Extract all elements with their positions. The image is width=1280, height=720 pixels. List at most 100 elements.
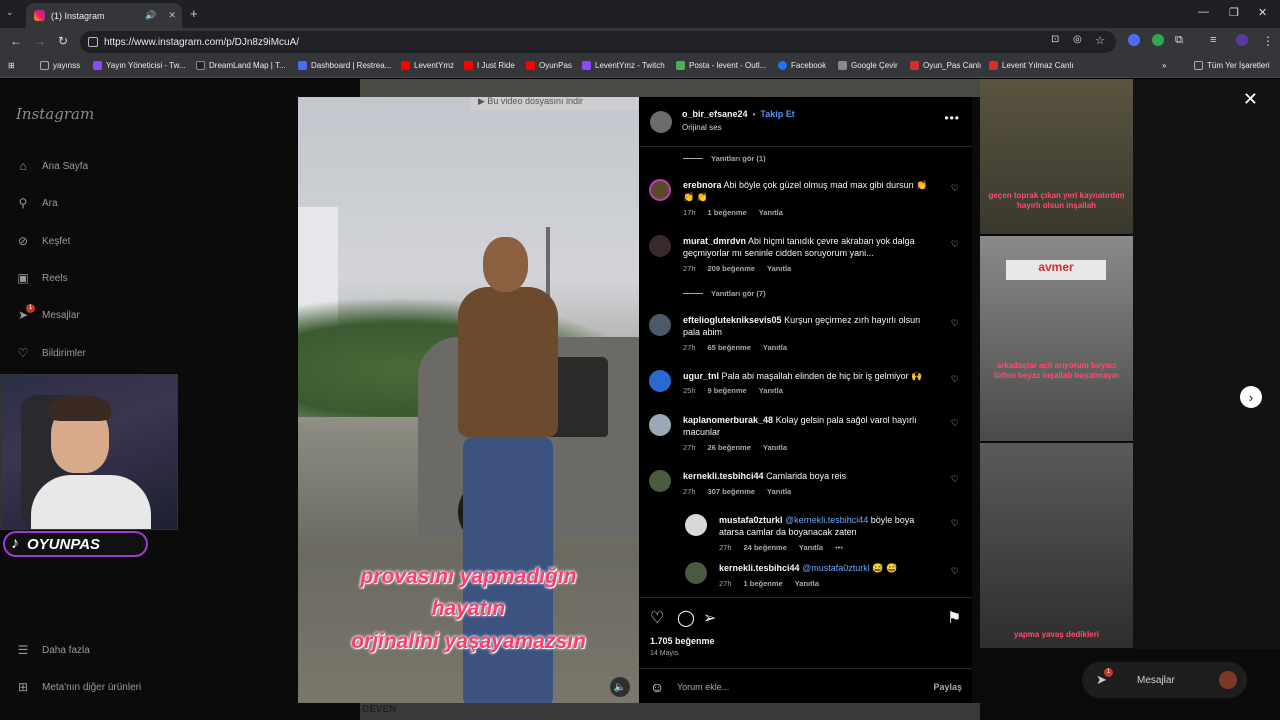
instagram-logo[interactable]: Instagram <box>16 105 94 123</box>
menu-icon[interactable]: ⋮ <box>1262 34 1274 48</box>
bookmark[interactable]: LeventYmz - Twitch <box>582 61 665 70</box>
profile-avatar[interactable] <box>1236 34 1248 46</box>
new-tab-button[interactable]: + <box>190 6 198 21</box>
like-heart-icon[interactable]: ♡ <box>951 239 959 250</box>
background-thumb[interactable]: geçen toprak çıkan yeri kaynatırdım hayı… <box>980 79 1133 234</box>
reels-icon: ▣ <box>17 271 29 285</box>
post-header: o_bir_efsane24 • Takip Et Orijinal ses •… <box>639 97 972 147</box>
messages-pill[interactable]: ➤ 1 Mesajlar <box>1082 662 1247 698</box>
sidebar-item-notifications[interactable]: ♡ Bildirimler <box>16 346 86 360</box>
tab-close-icon[interactable]: ✕ <box>168 10 176 21</box>
follow-button[interactable]: Takip Et <box>760 109 794 119</box>
extension-icon[interactable] <box>1152 34 1164 46</box>
sidebar-item-reels[interactable]: ▣ Reels <box>16 271 67 285</box>
instagram-page: geçen toprak çıkan yeri kaynatırdım hayı… <box>0 79 1280 720</box>
media-icon[interactable]: ≡ <box>1210 34 1216 46</box>
sidebar-item-search[interactable]: ⚲ Ara <box>16 196 58 210</box>
comment-options-icon[interactable]: ••• <box>835 543 843 552</box>
like-heart-icon[interactable]: ♡ <box>951 474 959 485</box>
commenter-avatar[interactable] <box>685 562 707 584</box>
commenter-avatar[interactable] <box>649 470 671 492</box>
eye-off-icon[interactable]: ◎ <box>1073 34 1082 45</box>
sidebar-item-meta[interactable]: ⊞ Meta'nın diğer ürünleri <box>16 680 141 694</box>
site-info-icon[interactable] <box>88 37 98 47</box>
bookmark[interactable]: Dashboard | Restrea... <box>298 61 391 70</box>
post-panel: o_bir_efsane24 • Takip Et Orijinal ses •… <box>639 97 972 703</box>
back-icon[interactable]: ← <box>10 34 22 48</box>
bookmark[interactable]: yayınss <box>40 61 80 70</box>
puzzle-icon[interactable]: ⧉ <box>1175 34 1183 47</box>
bookmarks-bar: ⊞ yayınss Yayın Yöneticisi - Tw... Dream… <box>0 56 1280 78</box>
comment-icon[interactable]: ◯ <box>677 608 695 628</box>
like-heart-icon[interactable]: ♡ <box>650 608 664 628</box>
commenter-avatar[interactable] <box>685 514 707 536</box>
commenter-avatar[interactable] <box>649 414 671 436</box>
bookmark[interactable]: Yayın Yöneticisi - Tw... <box>93 61 186 70</box>
mute-button[interactable]: 🔈 <box>610 677 630 697</box>
sidebar-item-home[interactable]: ⌂ Ana Sayfa <box>16 159 88 173</box>
like-count[interactable]: 1.705 beğenme <box>650 636 715 646</box>
browser-tab[interactable]: (1) Instagram 🔊 ✕ <box>26 3 182 28</box>
bookmark[interactable]: Posta - levent - Outl... <box>676 61 766 70</box>
author-username[interactable]: o_bir_efsane24 <box>682 109 748 119</box>
speaker-icon[interactable]: 🔊 <box>145 10 156 21</box>
minimize-icon[interactable]: — <box>1198 6 1209 18</box>
background-thumb[interactable]: avmer arkadaşlar acil arıyorum boyacı lü… <box>980 236 1133 441</box>
comment-text: kernekli.tesbihci44 @mustafa0zturkl 😅 😅 <box>719 563 898 573</box>
like-heart-icon[interactable]: ♡ <box>951 318 959 329</box>
reel-video[interactable]: ▶ Bu video dosyasını indir provasını yap… <box>298 97 639 703</box>
bookmark[interactable]: I Just Ride <box>464 61 515 70</box>
bookmark[interactable]: Oyun_Pas Canlı <box>910 61 981 70</box>
background-thumb[interactable]: yapma yavaş dedikleri <box>980 443 1133 648</box>
bookmark[interactable]: Levent Yılmaz Canlı <box>989 61 1073 70</box>
bookmark[interactable]: Facebook <box>778 61 826 70</box>
like-heart-icon[interactable]: ♡ <box>951 418 959 429</box>
bookmark[interactable]: OyunPas <box>526 61 572 70</box>
share-icon[interactable]: ➢ <box>703 608 716 628</box>
apps-icon[interactable]: ⊞ <box>8 61 15 70</box>
audio-label[interactable]: Orijinal ses <box>682 123 722 132</box>
commenter-avatar[interactable] <box>649 370 671 392</box>
next-post-button[interactable]: › <box>1240 386 1262 408</box>
emoji-icon[interactable]: ☺ <box>650 679 664 695</box>
url-field[interactable]: https://www.instagram.com/p/DJn8z9iMcuA/ <box>80 31 1116 53</box>
bookmark-icon[interactable]: ⚑ <box>947 608 961 628</box>
view-replies-link[interactable]: Yanıtları gör (1) <box>683 154 766 163</box>
comment-meta: 27h 26 beğenme Yanıtla <box>683 443 788 452</box>
commenter-avatar[interactable] <box>649 235 671 257</box>
close-modal-icon[interactable]: ✕ <box>1243 89 1258 110</box>
post-comment-button[interactable]: Paylaş <box>933 682 962 692</box>
all-bookmarks[interactable]: Tüm Yer İşaretleri <box>1194 61 1270 70</box>
bookmark[interactable]: DreamLand Map | T... <box>196 61 286 70</box>
install-icon[interactable]: ⊡ <box>1051 34 1059 45</box>
tiktok-overlay: ♪ OYUNPAS <box>3 531 148 557</box>
like-heart-icon[interactable]: ♡ <box>951 566 959 577</box>
comment-input[interactable]: ☺ Yorum ekle... Paylaş <box>639 668 972 704</box>
window-close-icon[interactable]: ✕ <box>1258 6 1267 19</box>
reload-icon[interactable]: ↻ <box>58 34 68 48</box>
author-avatar[interactable] <box>650 111 672 133</box>
tab-search-icon[interactable]: ⌄ <box>6 7 14 18</box>
bookmark[interactable]: Google Çevir <box>838 61 898 70</box>
sidebar-item-more[interactable]: ☰ Daha fazla <box>16 643 90 657</box>
bookmark[interactable]: LeventYmz <box>401 61 454 70</box>
bookmark-icon <box>196 61 205 70</box>
comment-text: kernekli.tesbihci44 Camlarida boya reis <box>683 471 847 481</box>
bookmarks-overflow-icon[interactable]: » <box>1162 61 1166 70</box>
more-options-icon[interactable]: ••• <box>944 111 960 125</box>
sidebar-item-explore[interactable]: ⊘ Keşfet <box>16 234 70 248</box>
commenter-avatar[interactable] <box>649 179 671 201</box>
divider <box>683 158 703 159</box>
like-heart-icon[interactable]: ♡ <box>951 183 959 194</box>
star-icon[interactable]: ☆ <box>1095 34 1105 47</box>
view-replies-link[interactable]: Yanıtları gör (7) <box>683 289 766 298</box>
commenter-avatar[interactable] <box>649 314 671 336</box>
like-heart-icon[interactable]: ♡ <box>951 518 959 529</box>
like-heart-icon[interactable]: ♡ <box>951 374 959 385</box>
comment-placeholder[interactable]: Yorum ekle... <box>677 682 729 692</box>
extension-icon[interactable] <box>1128 34 1140 46</box>
restore-icon[interactable]: ❐ <box>1229 6 1239 19</box>
forward-icon[interactable]: → <box>34 34 46 48</box>
sidebar-item-messages[interactable]: ➤ 1 Mesajlar <box>16 304 80 322</box>
download-toast[interactable]: ▶ Bu video dosyasını indir <box>470 97 638 110</box>
